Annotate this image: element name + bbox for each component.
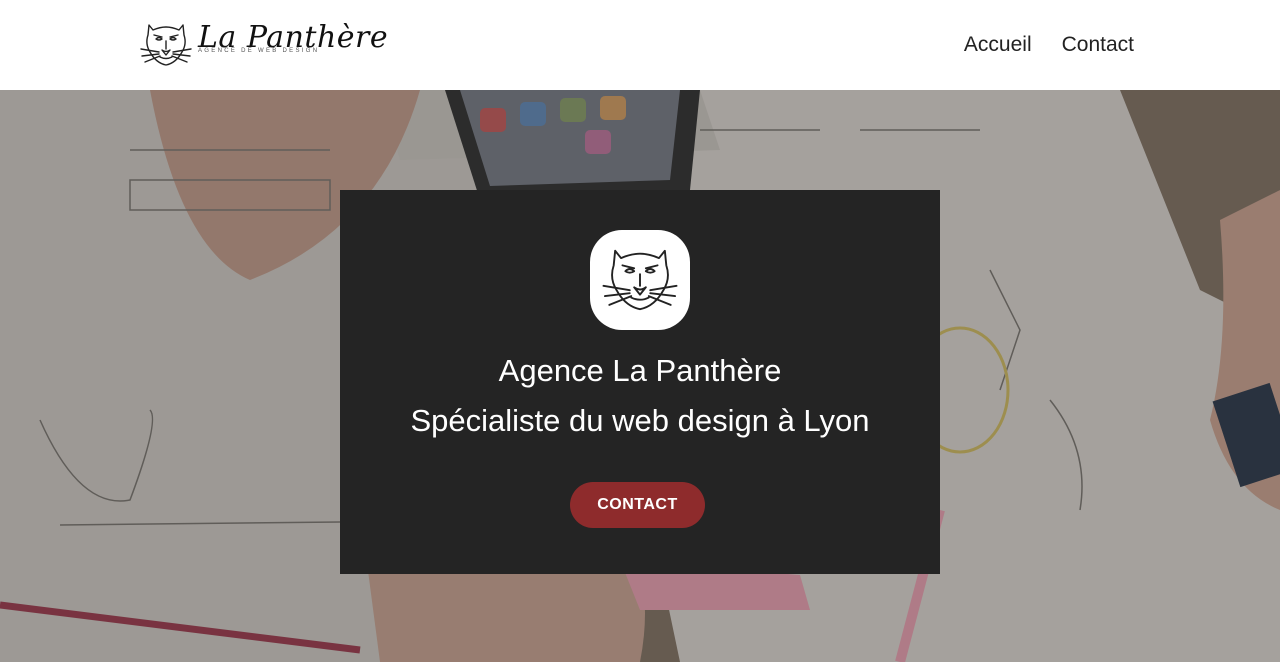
hero-section: Agence La Panthère Spécialiste du web de… [0, 90, 1280, 662]
card-logo [590, 230, 690, 330]
hero-subtitle: Spécialiste du web design à Lyon [410, 403, 870, 438]
panther-head-icon [140, 24, 192, 66]
hero-title: Agence La Panthère [498, 353, 782, 388]
panther-head-icon [602, 249, 678, 311]
brand-logo-link[interactable]: La Panthère AGENCE DE WEB DESIGN [140, 20, 388, 70]
brand-tagline: AGENCE DE WEB DESIGN [198, 48, 320, 54]
contact-button[interactable]: CONTACT [570, 482, 705, 528]
nav-link-contact[interactable]: Contact [1062, 33, 1134, 57]
nav-link-accueil[interactable]: Accueil [964, 33, 1032, 57]
hero-card: Agence La Panthère Spécialiste du web de… [340, 190, 940, 574]
main-nav: Accueil Contact [964, 33, 1134, 57]
site-header: La Panthère AGENCE DE WEB DESIGN Accueil… [0, 0, 1280, 90]
